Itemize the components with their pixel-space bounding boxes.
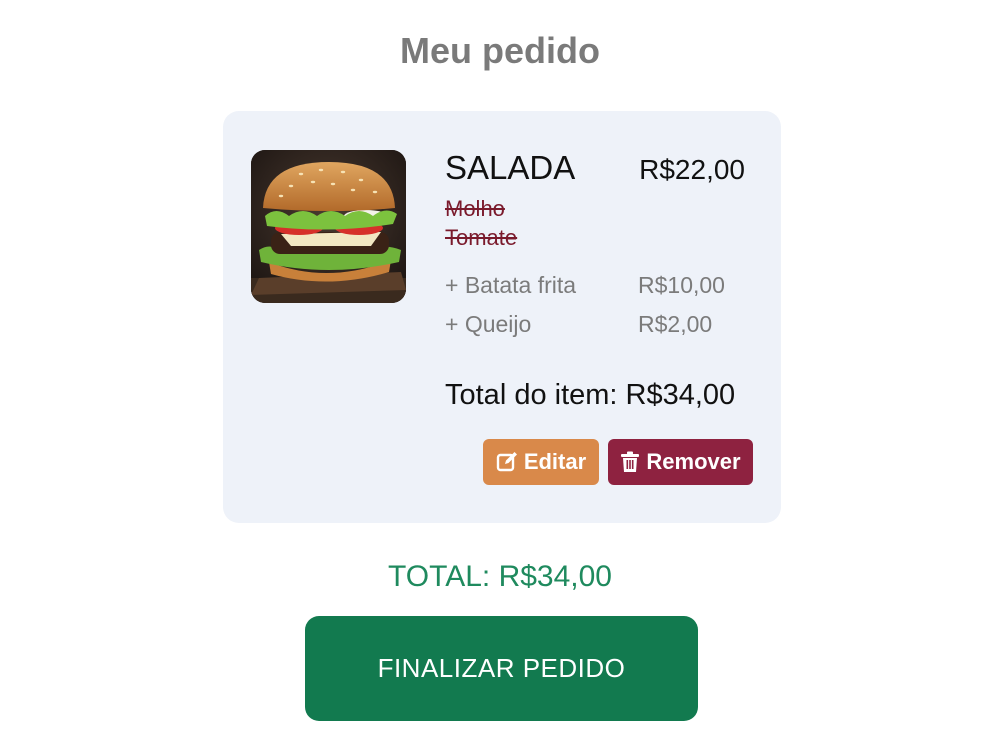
remove-button[interactable]: Remover: [608, 439, 753, 485]
addon-row: + Queijo R$2,00: [445, 311, 745, 338]
trash-icon: [620, 451, 640, 473]
order-item-card: SALADA R$22,00 Molho Tomate + Batata fri…: [223, 111, 781, 523]
remove-button-label: Remover: [646, 449, 741, 474]
finish-order-button[interactable]: FINALIZAR PEDIDO: [305, 616, 698, 721]
removed-ingredient: Tomate: [445, 225, 518, 250]
item-name: SALADA: [445, 149, 576, 186]
addon-label: + Batata frita: [445, 272, 577, 298]
edit-button[interactable]: Editar: [483, 439, 599, 485]
item-total: Total do item: R$34,00: [445, 379, 736, 411]
burger-image: [251, 150, 406, 303]
edit-button-label: Editar: [523, 449, 587, 474]
addon-label: + Queijo: [445, 311, 532, 337]
item-price: R$22,00: [639, 154, 745, 185]
order-page: Meu pedido SALADA R$22,00 Molho Tomate +…: [0, 0, 1000, 750]
addon-row: + Batata frita R$10,00: [445, 272, 745, 299]
addon-price: R$2,00: [638, 311, 713, 337]
order-total: TOTAL: R$34,00: [387, 560, 612, 593]
page-title: Meu pedido: [400, 30, 600, 71]
removed-ingredient: Molho: [445, 196, 505, 221]
edit-icon: [496, 451, 518, 473]
addon-price: R$10,00: [638, 272, 725, 298]
